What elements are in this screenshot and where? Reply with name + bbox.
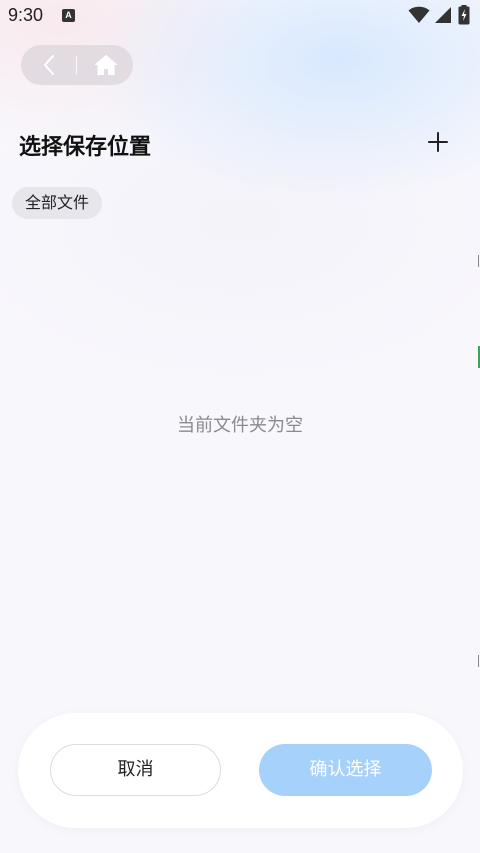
breadcrumb-all-files[interactable]: 全部文件	[12, 187, 103, 219]
notification-a-icon: A	[62, 9, 75, 22]
signal-icon	[435, 7, 451, 23]
wifi-icon	[408, 6, 430, 24]
nav-divider	[76, 56, 77, 74]
add-folder-button[interactable]	[424, 128, 452, 156]
plus-icon	[428, 132, 448, 152]
home-button[interactable]	[78, 45, 133, 85]
confirm-selection-button[interactable]: 确认选择	[259, 744, 432, 796]
battery-charging-icon	[458, 5, 470, 25]
status-bar: 9:30 A	[0, 0, 480, 32]
chevron-left-icon	[44, 55, 54, 75]
status-time: 9:30	[8, 5, 44, 25]
empty-folder-message: 当前文件夹为空	[177, 415, 303, 436]
cancel-button[interactable]: 取消	[50, 744, 221, 796]
edge-mark	[478, 255, 479, 267]
nav-pill	[21, 45, 133, 85]
edge-mark	[478, 655, 479, 667]
page-title: 选择保存位置	[19, 135, 152, 160]
home-icon	[94, 55, 117, 75]
back-button[interactable]	[21, 45, 77, 85]
